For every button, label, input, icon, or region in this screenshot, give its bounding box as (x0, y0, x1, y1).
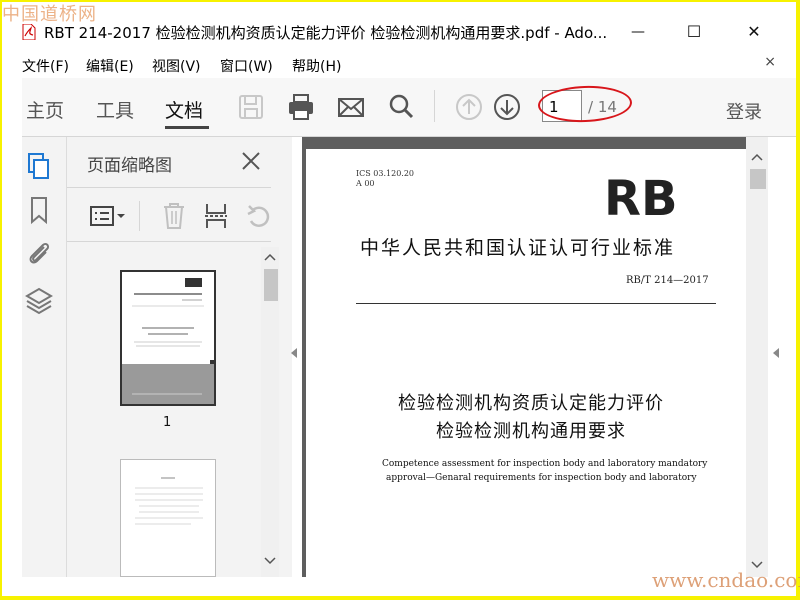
email-icon[interactable] (336, 92, 366, 122)
pdf-page: ICS 03.120.20 A 00 RB 中华人民共和国认证认可行业标准 RB… (306, 149, 746, 577)
title-bar: RBT 214-2017 检验检测机构资质认定能力评价 检验检测机构通用要求.p… (2, 2, 796, 42)
menu-view[interactable]: 视图(V) (152, 56, 201, 76)
page-thumbnail-2[interactable] (120, 459, 216, 577)
scroll-up-icon[interactable] (264, 253, 276, 261)
panel-divider (67, 187, 271, 188)
menu-bar: 文件(F) 编辑(E) 视图(V) 窗口(W) 帮助(H) × (2, 52, 796, 76)
menu-close-button[interactable]: × (764, 54, 776, 70)
menu-help[interactable]: 帮助(H) (292, 56, 341, 76)
watermark-top-left: 中国道桥网 (2, 4, 97, 25)
thumbnail-scrollbar[interactable] (261, 247, 279, 577)
close-window-button[interactable]: ✕ (734, 20, 774, 44)
navigation-rail (22, 137, 67, 577)
document-title-line2: 检验检测机构通用要求 (436, 421, 626, 442)
thumbnails-panel: 页面缩略图 1 (67, 137, 292, 577)
panel-divider (67, 241, 271, 242)
thumbnail-preview (122, 278, 214, 404)
delete-page-icon[interactable] (161, 201, 187, 231)
close-panel-icon[interactable] (239, 149, 263, 173)
document-scrollbar[interactable] (746, 137, 768, 577)
panel-tools-separator (139, 201, 140, 231)
layers-icon[interactable] (24, 285, 54, 315)
standard-title: 中华人民共和国认证认可行业标准 (360, 237, 676, 259)
bookmark-icon[interactable] (24, 195, 54, 225)
english-title-line1: Competence assessment for inspection bod… (382, 459, 708, 469)
page-thumbnails-icon[interactable] (24, 151, 54, 181)
scroll-down-icon[interactable] (264, 557, 276, 565)
tab-tools[interactable]: 工具 (96, 96, 134, 123)
next-page-icon[interactable] (492, 92, 522, 122)
thumbnail-list: 1 (67, 247, 259, 577)
attachment-icon[interactable] (24, 239, 54, 269)
document-view: ICS 03.120.20 A 00 RB 中华人民共和国认证认可行业标准 RB… (302, 137, 750, 577)
app-window: RBT 214-2017 检验检测机构资质认定能力评价 检验检测机构通用要求.p… (2, 2, 796, 596)
toolbar-separator (434, 90, 435, 122)
ics-code: ICS 03.120.20 A 00 (356, 169, 414, 189)
ccs-number: A 00 (356, 179, 375, 188)
panel-title: 页面缩略图 (87, 156, 172, 176)
search-icon[interactable] (386, 92, 416, 122)
tab-home[interactable]: 主页 (26, 96, 64, 123)
scroll-up-icon[interactable] (751, 153, 763, 161)
active-tab-indicator (165, 126, 209, 129)
svg-text:RB: RB (604, 173, 678, 219)
scroll-thumb[interactable] (264, 269, 278, 301)
login-button[interactable]: 登录 (726, 98, 762, 124)
maximize-button[interactable]: ☐ (674, 20, 714, 44)
tab-document[interactable]: 文档 (165, 96, 203, 123)
header-rule (356, 303, 716, 304)
menu-window[interactable]: 窗口(W) (220, 56, 273, 76)
toolbar: 主页 工具 文档 1 / 14 登录 (22, 78, 796, 137)
collapse-panel-icon[interactable] (290, 347, 298, 359)
previous-page-icon[interactable] (454, 92, 484, 122)
save-icon[interactable] (236, 92, 266, 122)
minimize-button[interactable]: — (618, 20, 658, 44)
page-thumbnail-1[interactable] (120, 270, 216, 406)
extract-pages-icon[interactable] (203, 201, 229, 231)
panel-toolbar (67, 193, 271, 239)
print-icon[interactable] (286, 92, 316, 122)
menu-edit[interactable]: 编辑(E) (86, 56, 134, 76)
english-title-line2: approval—Genaral requirements for inspec… (386, 473, 697, 483)
watermark-bottom-right: www.cndao.com (652, 568, 800, 592)
thumbnail-preview (135, 477, 203, 525)
rotate-icon[interactable] (245, 201, 271, 231)
thumbnail-options-icon[interactable] (89, 203, 129, 229)
rb-logo: RB (604, 173, 678, 219)
window-title: RBT 214-2017 检验检测机构资质认定能力评价 检验检测机构通用要求.p… (44, 24, 608, 42)
document-title-line1: 检验检测机构资质认定能力评价 (398, 393, 664, 414)
expand-right-panel-icon[interactable] (772, 347, 780, 359)
menu-file[interactable]: 文件(F) (22, 56, 69, 76)
pdf-file-icon (22, 24, 36, 40)
scroll-thumb[interactable] (750, 169, 766, 189)
standard-number: RB/T 214—2017 (626, 275, 709, 286)
ics-number: ICS 03.120.20 (356, 169, 415, 178)
thumbnail-label: 1 (163, 415, 172, 430)
